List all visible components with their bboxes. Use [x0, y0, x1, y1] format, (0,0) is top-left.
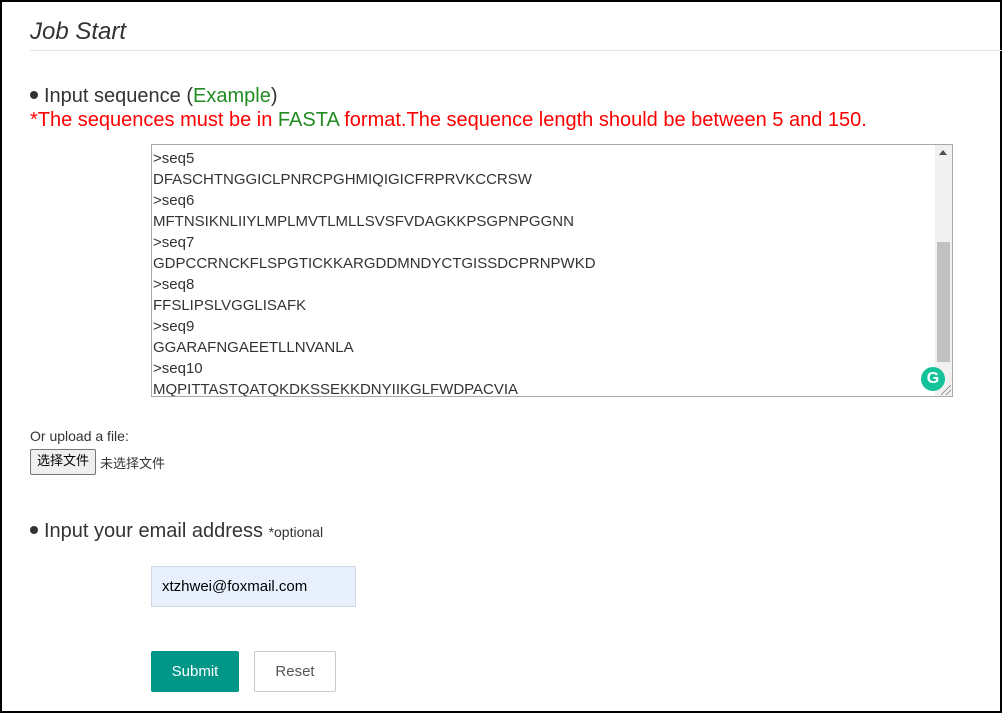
textarea-scrollbar[interactable] [935, 145, 952, 396]
page-header: Job Start [30, 18, 1002, 51]
page-title: Job Start [30, 18, 127, 45]
fasta-link[interactable]: FASTA [278, 109, 339, 131]
scrollbar-thumb[interactable] [937, 242, 950, 362]
sequence-heading-prefix: Input sequence ( [44, 85, 193, 107]
sequence-heading: Input sequence (Example) [30, 84, 277, 108]
upload-label: Or upload a file: [30, 428, 129, 444]
bullet-icon [30, 525, 38, 534]
bullet-icon [30, 90, 38, 99]
warning-prefix: *The sequences must be in [30, 109, 278, 131]
sequence-textarea[interactable]: >seq5 DFASCHTNGGICLPNRCPGHMIQIGICFRPRVKC… [151, 144, 953, 397]
reset-button[interactable]: Reset [254, 651, 336, 692]
optional-label: *optional [268, 524, 324, 540]
page-frame: Job Start Input sequence (Example) *The … [0, 0, 1002, 713]
file-upload-row: 选择文件 未选择文件 [30, 449, 165, 475]
email-field[interactable]: xtzhwei@foxmail.com [151, 566, 356, 607]
sequence-heading-suffix: ) [270, 85, 278, 107]
choose-file-button[interactable]: 选择文件 [30, 449, 97, 475]
example-link[interactable]: Example [193, 85, 271, 107]
email-heading: Input your email address *optional [30, 519, 323, 544]
warning-suffix: format.The sequence length should be bet… [338, 109, 867, 131]
file-status-text: 未选择文件 [100, 456, 166, 472]
resize-grip-icon[interactable] [941, 385, 951, 395]
email-heading-text: Input your email address [44, 520, 269, 542]
submit-button[interactable]: Submit [151, 651, 239, 692]
sequence-text[interactable]: >seq5 DFASCHTNGGICLPNRCPGHMIQIGICFRPRVKC… [153, 148, 596, 396]
scroll-up-arrow-icon[interactable] [939, 150, 947, 155]
sequence-requirements-warning: *The sequences must be in FASTA format.T… [30, 108, 867, 132]
